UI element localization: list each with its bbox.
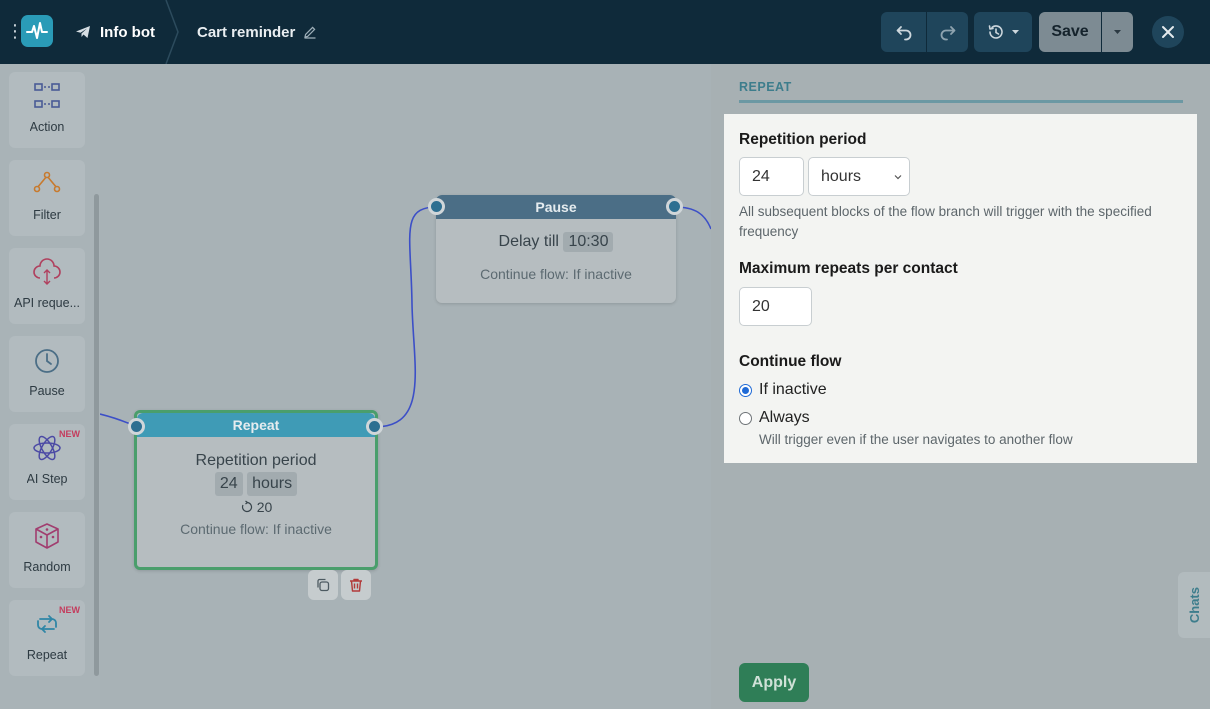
undo-icon	[896, 26, 911, 41]
radio-label-if-inactive[interactable]: If inactive	[759, 381, 827, 399]
period-value-input[interactable]: 24	[739, 157, 804, 196]
tab-underline	[739, 100, 1183, 103]
history-button[interactable]	[974, 12, 1032, 52]
radio-label-always[interactable]: Always	[759, 409, 810, 427]
filter-icon	[33, 171, 61, 193]
pause-continue-text: Continue flow: If inactive	[480, 266, 632, 282]
always-hint: Will trigger even if the user navigates …	[759, 432, 1073, 447]
chevron-down-icon	[1011, 30, 1019, 34]
chats-tab-label: Chats	[1186, 586, 1202, 624]
palette-item-filter[interactable]: Filter	[9, 160, 85, 236]
repeat-period-label: Repetition period	[195, 452, 317, 469]
palette-item-random[interactable]: Random	[9, 512, 85, 588]
period-unit-select[interactable]: hours	[808, 157, 910, 196]
history-icon	[988, 25, 1003, 39]
flow-name: Cart reminder	[197, 23, 296, 41]
palette-item-label: Random	[23, 560, 71, 574]
close-button[interactable]	[1152, 16, 1184, 48]
pause-delay-time: 10:30	[563, 232, 614, 252]
repetition-period-label: Repetition period	[739, 131, 867, 148]
pause-node[interactable]: Pause Delay till 10:30 Continue flow: If…	[436, 195, 676, 303]
new-badge: NEW	[59, 605, 80, 615]
breadcrumb-separator	[165, 0, 179, 64]
settings-panel: REPEAT Repetition period 24 hours All su…	[711, 64, 1210, 709]
pause-output-port[interactable]	[666, 198, 683, 215]
copy-icon	[317, 578, 330, 592]
repeat-node[interactable]: Repeat Repetition period 24 hours 20 Con…	[134, 410, 378, 570]
delete-button[interactable]	[341, 570, 371, 600]
max-repeats-input[interactable]: 20	[739, 287, 812, 326]
palette-item-pause[interactable]: Pause	[9, 336, 85, 412]
continue-flow-label: Continue flow	[739, 353, 842, 370]
palette-item-ai-step[interactable]: NEW AI Step	[9, 424, 85, 500]
close-icon	[1162, 26, 1174, 38]
pause-delay-label: Delay till	[498, 233, 559, 250]
period-unit-value: hours	[821, 167, 862, 185]
save-options-button[interactable]	[1102, 12, 1133, 52]
repeat-settings-card: Repetition period 24 hours All subsequen…	[724, 114, 1197, 463]
palette-item-label: Repeat	[26, 648, 68, 662]
flow-title[interactable]: Cart reminder	[197, 20, 317, 44]
flow-canvas[interactable]: Pause Delay till 10:30 Continue flow: If…	[100, 64, 711, 709]
save-button[interactable]: Save	[1039, 12, 1101, 52]
clock-icon	[35, 349, 59, 373]
telegram-icon	[76, 26, 90, 38]
palette-item-api-request[interactable]: API reque...	[9, 248, 85, 324]
pulse-icon	[26, 22, 48, 39]
repeat-period-unit: hours	[247, 472, 298, 496]
api-request-icon	[33, 258, 61, 285]
palette-item-repeat[interactable]: NEW Repeat	[9, 600, 85, 676]
new-badge: NEW	[59, 429, 80, 439]
redo-icon	[940, 26, 955, 41]
palette-item-label: Filter	[33, 208, 61, 222]
top-bar: ⋮ Info bot Cart reminder Save	[0, 0, 1210, 64]
repeat-count-icon	[241, 500, 252, 513]
repeat-period-value: 24	[214, 472, 243, 496]
repeat-to-pause-connection	[374, 206, 438, 428]
chevron-down-icon	[894, 175, 902, 180]
tab-repeat[interactable]: REPEAT	[739, 80, 792, 94]
period-hint: All subsequent blocks of the flow branch…	[739, 204, 1152, 239]
connection-lines	[100, 206, 711, 428]
pencil-icon[interactable]	[303, 25, 317, 39]
more-menu-icon[interactable]: ⋮	[6, 22, 24, 40]
repeat-continue-text: Continue flow: If inactive	[180, 521, 332, 537]
radio-always[interactable]	[739, 412, 752, 425]
max-repeats-label: Maximum repeats per contact	[739, 260, 958, 277]
repeat-input-port[interactable]	[128, 418, 145, 435]
repeat-output-port[interactable]	[366, 418, 383, 435]
radio-if-inactive[interactable]	[739, 384, 752, 397]
palette-item-label: AI Step	[26, 472, 68, 486]
palette-item-action[interactable]: Action	[9, 72, 85, 148]
palette-item-label: Action	[29, 120, 65, 134]
pause-node-title: Pause	[436, 195, 676, 219]
duplicate-button[interactable]	[308, 570, 338, 600]
bot-breadcrumb[interactable]: Info bot	[74, 20, 155, 44]
chevron-down-icon	[1114, 30, 1121, 34]
undo-button[interactable]	[881, 12, 926, 52]
palette-item-label: Pause	[29, 384, 65, 398]
redo-button[interactable]	[926, 12, 968, 52]
pause-input-port[interactable]	[428, 198, 445, 215]
palette-scrollbar[interactable]	[94, 194, 99, 676]
chats-tab[interactable]: Chats	[1178, 572, 1210, 638]
repeat-max-count: 20	[256, 499, 273, 515]
block-palette: Action Filter API reque... Pause NEW AI …	[0, 64, 100, 709]
bot-name: Info bot	[100, 23, 155, 41]
palette-item-label: API reque...	[13, 296, 80, 310]
action-icon	[34, 83, 60, 108]
dice-icon	[35, 523, 59, 549]
apply-button[interactable]: Apply	[739, 663, 809, 702]
repeat-node-title: Repeat	[137, 413, 375, 437]
trash-icon	[350, 578, 362, 592]
app-logo[interactable]	[21, 15, 53, 47]
node-actions	[308, 570, 371, 600]
